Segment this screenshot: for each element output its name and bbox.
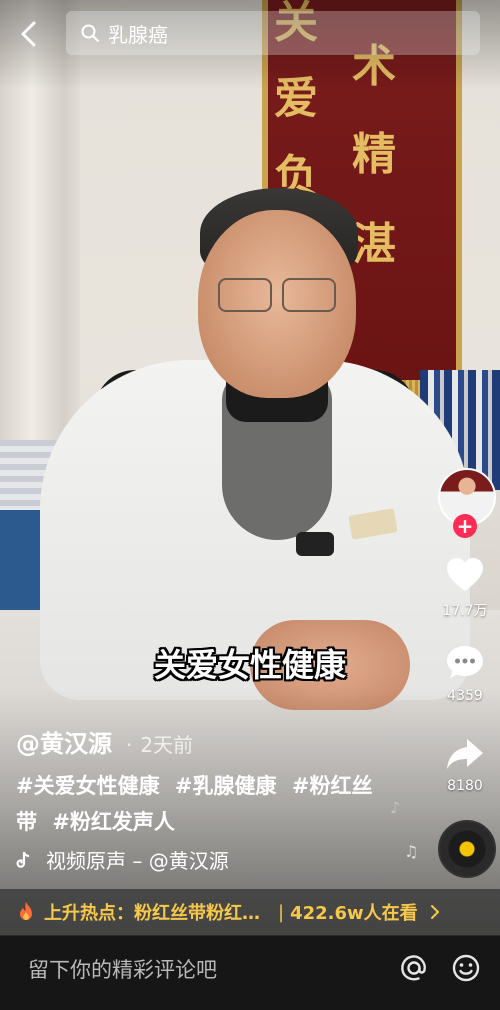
follow-button[interactable]: + (453, 514, 477, 538)
heart-icon (447, 558, 483, 591)
author-line: @黄汉源 · 2天前 (16, 724, 193, 759)
like-button[interactable]: 17.7万 (430, 556, 500, 620)
banner-char: 湛 (352, 219, 396, 270)
music-note-icon: ♫ (404, 842, 419, 861)
back-button[interactable] (12, 16, 48, 52)
share-arrow-icon (447, 739, 483, 769)
music-link[interactable]: 视频原声 – @黄汉源 (16, 845, 229, 874)
video-player-screen: 关 术 爱 精 负 湛 乳腺癌 (0, 0, 500, 1010)
author-name-link[interactable]: @黄汉源 (16, 724, 112, 759)
search-query: 乳腺癌 (108, 22, 168, 47)
music-title: 视频原声 – @黄汉源 (46, 849, 229, 873)
music-note-icon (16, 851, 30, 868)
music-disc-button[interactable] (438, 820, 496, 878)
flame-icon (20, 902, 32, 920)
emoji-button[interactable] (450, 952, 482, 984)
banner-char: 精 (352, 129, 396, 180)
comment-bar: 留下你的精彩评论吧 (0, 935, 500, 1010)
hashtag-link[interactable]: #粉红发声人 (52, 810, 175, 834)
hot-separator: | (278, 901, 285, 923)
mention-button[interactable] (398, 952, 430, 984)
comment-count: 4359 (447, 688, 483, 704)
video-caption: 关爱女性健康 (153, 646, 346, 684)
lapel-mic (296, 532, 334, 556)
share-button[interactable]: 8180 (430, 736, 500, 794)
smiley-icon (452, 954, 480, 982)
comment-input[interactable]: 留下你的精彩评论吧 (28, 954, 217, 984)
comment-button[interactable]: 4359 (430, 644, 500, 704)
chevron-left-icon (21, 21, 36, 47)
chevron-right-icon (430, 905, 439, 919)
glasses-left (218, 278, 272, 312)
like-count: 17.7万 (442, 603, 488, 619)
at-icon (401, 955, 426, 981)
share-count: 8180 (447, 778, 483, 794)
hot-topic-bar[interactable]: 上升热点： 粉红丝带粉红… | 422.6w人在看 (0, 889, 500, 935)
post-time: 2天前 (140, 733, 194, 757)
music-note-icon: ♪ (390, 798, 401, 817)
hashtag-link[interactable]: #乳腺健康 (175, 774, 277, 798)
comment-bubble-icon (447, 646, 483, 678)
hashtag-list: #关爱女性健康 #乳腺健康 #粉红丝带 #粉红发声人 (16, 768, 376, 840)
search-input[interactable]: 乳腺癌 (66, 11, 480, 55)
separator-dot: · (126, 733, 133, 757)
hot-viewer-count: 422.6w人在看 (290, 903, 418, 924)
search-icon (81, 24, 99, 42)
glasses-right (282, 278, 336, 312)
hot-label: 上升热点： (44, 903, 134, 924)
hot-topic-title: 粉红丝带粉红… (134, 903, 260, 924)
hashtag-link[interactable]: #关爱女性健康 (16, 774, 160, 798)
